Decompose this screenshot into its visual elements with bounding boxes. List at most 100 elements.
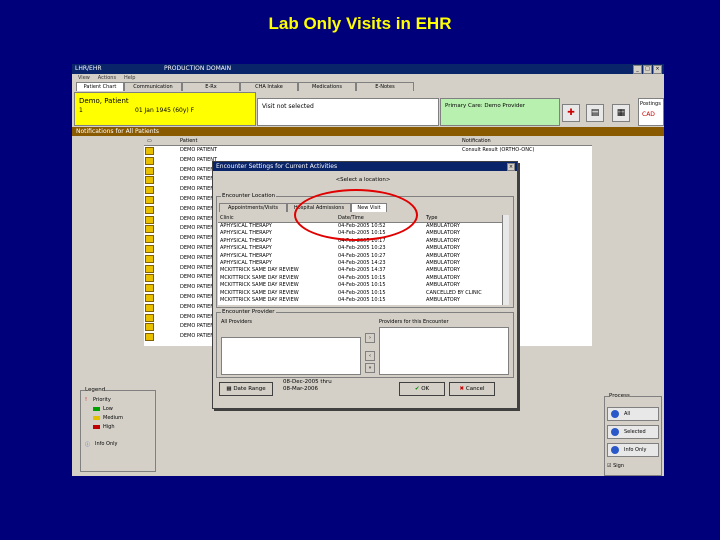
calendar-icon: ▦ [226, 386, 232, 392]
process-panel: Process All Selected Info Only ☑ Sign [604, 393, 662, 476]
menu-help[interactable]: Help [124, 75, 135, 81]
legend-high: High [103, 424, 115, 430]
sign-checkbox[interactable]: ☑ Sign [607, 463, 624, 469]
provider-label: Primary Care: Demo Provider [445, 103, 526, 109]
app-titlebar: LHR/EHR PRODUCTION DOMAIN _ □ × [72, 64, 664, 74]
all-providers-label: All Providers [221, 319, 252, 325]
highlight-circle [294, 189, 418, 241]
type-cell: AMBULATORY [426, 297, 460, 303]
folder-icon [145, 274, 154, 283]
cancel-label: Cancel [465, 386, 485, 392]
tab-cha-intake[interactable]: CHA Intake [240, 82, 298, 91]
process-selected-button[interactable]: Selected [607, 425, 659, 439]
process-all-button[interactable]: All [607, 407, 659, 421]
maximize-icon[interactable]: □ [643, 65, 652, 74]
close-icon[interactable]: × [653, 65, 662, 74]
date-from: 08-Dec-2005 thru [283, 379, 332, 385]
encounter-provider-label: Encounter Provider [221, 309, 276, 315]
process-selected-label: Selected [624, 429, 646, 435]
clinic-cell: MCKITTRICK SAME DAY REVIEW [220, 297, 299, 303]
col-patient[interactable]: Patient [180, 138, 197, 144]
visit-label: Visit not selected [262, 103, 314, 110]
all-providers-list[interactable] [221, 337, 361, 375]
type-cell: AMBULATORY [426, 267, 460, 274]
col-clinic[interactable]: Clinic [220, 215, 234, 221]
date-cell: 04-Feb-2005 10:15 [338, 282, 386, 289]
ok-button[interactable]: ✔ OK [399, 382, 445, 396]
process-info-only-label: Info Only [624, 447, 647, 453]
date-cell: 04-Feb-2005 14:37 [338, 267, 386, 274]
notification-list-header: ▭ Patient Notification [144, 137, 592, 146]
tab-appointments[interactable]: Appointments/Visits [219, 203, 287, 212]
medium-swatch [93, 416, 100, 420]
check-icon: ✔ [414, 386, 420, 392]
menu-actions[interactable]: Actions [98, 75, 116, 81]
menu-view[interactable]: View [78, 75, 90, 81]
cancel-button[interactable]: ✖ Cancel [449, 382, 495, 396]
main-tabs: Patient Chart Communication E-Rx CHA Int… [72, 82, 664, 91]
arrow-icon [611, 428, 619, 436]
type-cell: AMBULATORY [426, 274, 460, 281]
tab-medications[interactable]: Medications [298, 82, 356, 91]
process-all-label: All [624, 411, 631, 417]
type-cell: AMBULATORY [426, 260, 460, 266]
table-row[interactable]: MCKITTRICK SAME DAY REVIEW 04-Feb-2005 10… [218, 297, 502, 305]
encounter-provider-group: Encounter Provider All Providers › ‹ » P… [216, 309, 514, 378]
legend-low: Low [103, 406, 113, 412]
date-cell: 04-Feb-2005 10:15 [338, 289, 386, 296]
arrow-icon [611, 410, 619, 418]
minimize-icon[interactable]: _ [633, 65, 642, 74]
arrow-icon [611, 446, 619, 454]
patient-banner[interactable]: Demo, Patient 1 01 Jan 1945 (60y) F [74, 92, 256, 126]
close-icon[interactable]: × [507, 163, 515, 171]
clinic-cell: APHYSICAL THERAPY [220, 260, 272, 266]
remove-provider-icon[interactable]: ‹ [365, 351, 375, 361]
slide-title: Lab Only Visits in EHR [268, 14, 452, 33]
tab-e-rx[interactable]: E-Rx [182, 82, 240, 91]
encounter-scrollbar[interactable] [502, 215, 509, 305]
add-provider-icon[interactable]: › [365, 333, 375, 343]
tab-communication[interactable]: Communication [124, 82, 182, 91]
provider-box[interactable]: Primary Care: Demo Provider [440, 98, 560, 126]
col-type[interactable]: Type [426, 215, 437, 221]
visit-box[interactable]: Visit not selected [257, 98, 439, 126]
folder-icon [145, 303, 154, 312]
folder-icon [145, 176, 154, 185]
process-info-only-button[interactable]: Info Only [607, 443, 659, 457]
clinic-cell: MCKITTRICK SAME DAY REVIEW [220, 282, 299, 289]
ok-label: OK [421, 386, 430, 392]
folder-icon [145, 156, 154, 165]
app-subtitle: PRODUCTION DOMAIN [164, 65, 232, 72]
patient-dob: 01 Jan 1945 (60y) F [135, 107, 195, 114]
notifications-title: Notifications for All Patients [76, 128, 159, 135]
type-cell: AMBULATORY [426, 237, 460, 244]
tab-e-notes[interactable]: E-Notes [356, 82, 414, 91]
printer-icon[interactable]: ▦ [612, 104, 630, 122]
type-cell: AMBULATORY [426, 282, 460, 289]
menu-bar: View Actions Help [72, 74, 664, 82]
col-notification[interactable]: Notification [462, 138, 491, 144]
folder-icon [145, 294, 154, 302]
document-icon[interactable]: ▤ [586, 104, 604, 122]
postings-box[interactable]: Postings CAD [638, 98, 664, 126]
primary-provider-icon[interactable]: » [365, 363, 375, 373]
date-cell: 04-Feb-2005 10:23 [338, 245, 386, 252]
location-select[interactable]: <Select a location> [283, 177, 443, 186]
date-cell: 04-Feb-2005 10:27 [338, 252, 386, 259]
type-cell: AMBULATORY [426, 245, 460, 252]
postings-label: Postings [640, 101, 661, 107]
alert-icon[interactable]: ✚ [562, 104, 580, 122]
patient-cell: DEMO PATIENT [180, 147, 218, 153]
clinic-cell: APHYSICAL THERAPY [220, 230, 272, 237]
info-icon: ⓘ [85, 442, 91, 448]
notifications-header: Notifications for All Patients [72, 127, 664, 136]
list-item[interactable]: DEMO PATIENT Consult Result (ORTHO-ONC) [144, 146, 592, 155]
encounter-providers-list[interactable] [379, 327, 509, 375]
legend-title: Legend [85, 387, 106, 393]
folder-icon [145, 313, 154, 322]
folder-icon [145, 166, 154, 175]
type-cell: AMBULATORY [426, 230, 460, 237]
date-range-button[interactable]: ▦ Date Range [219, 382, 273, 396]
folder-icon [145, 186, 154, 195]
tab-patient-chart[interactable]: Patient Chart [76, 82, 124, 91]
